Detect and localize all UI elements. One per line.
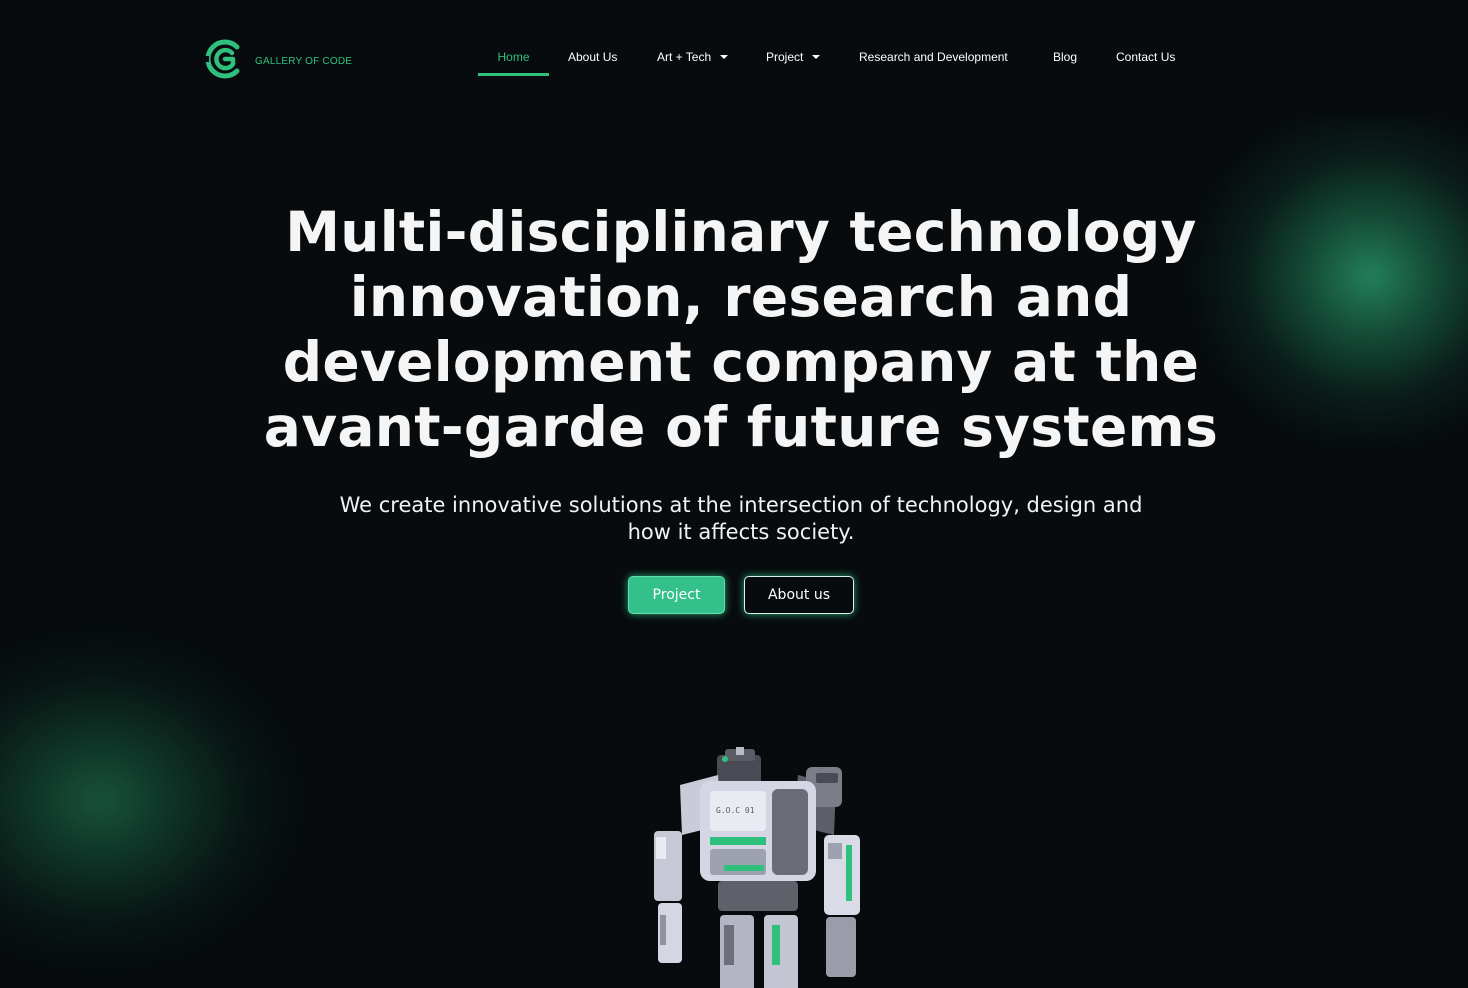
robot-illustration: G.O.C 01	[654, 747, 860, 988]
hero-subtitle: We create innovative solutions at the in…	[339, 493, 1143, 544]
nav-item-label: Home	[497, 50, 530, 64]
nav-item-label: Contact Us	[1116, 50, 1176, 64]
about-us-button[interactable]: About us	[744, 576, 854, 614]
robot-chest-label: G.O.C 01	[716, 806, 755, 815]
nav-item-project[interactable]: Project	[766, 40, 821, 76]
brand-logo-link[interactable]: GALLERY OF CODE	[203, 38, 352, 80]
green-glow-left	[0, 590, 350, 988]
brand-name: GALLERY OF CODE	[255, 55, 353, 67]
nav-item-blog[interactable]: Blog	[1053, 40, 1077, 76]
nav-item-label: Project	[766, 50, 804, 64]
nav-item-label: Blog	[1053, 50, 1078, 64]
chevron-down-icon	[720, 54, 729, 59]
site-header: GALLERY OF CODE Home About Us Art + Tech…	[0, 0, 1468, 116]
page: GALLERY OF CODE Home About Us Art + Tech…	[0, 0, 1468, 988]
nav-item-home[interactable]: Home	[478, 40, 549, 76]
gallery-of-code-logo-icon	[205, 39, 240, 79]
active-underline	[478, 73, 549, 76]
nav-item-contact-us[interactable]: Contact Us	[1116, 40, 1175, 76]
nav-item-research-and-development[interactable]: Research and Development	[859, 40, 1008, 76]
nav-item-about-us[interactable]: About Us	[568, 40, 617, 76]
nav-item-art-tech[interactable]: Art + Tech	[657, 40, 729, 76]
project-button[interactable]: Project	[628, 576, 725, 614]
hero-title: Multi-disciplinary technology innovation…	[263, 200, 1219, 459]
nav-item-label: Art + Tech	[657, 50, 712, 64]
chevron-down-icon	[812, 54, 821, 59]
nav-item-label: About Us	[568, 50, 618, 64]
nav-item-label: Research and Development	[859, 50, 1008, 64]
